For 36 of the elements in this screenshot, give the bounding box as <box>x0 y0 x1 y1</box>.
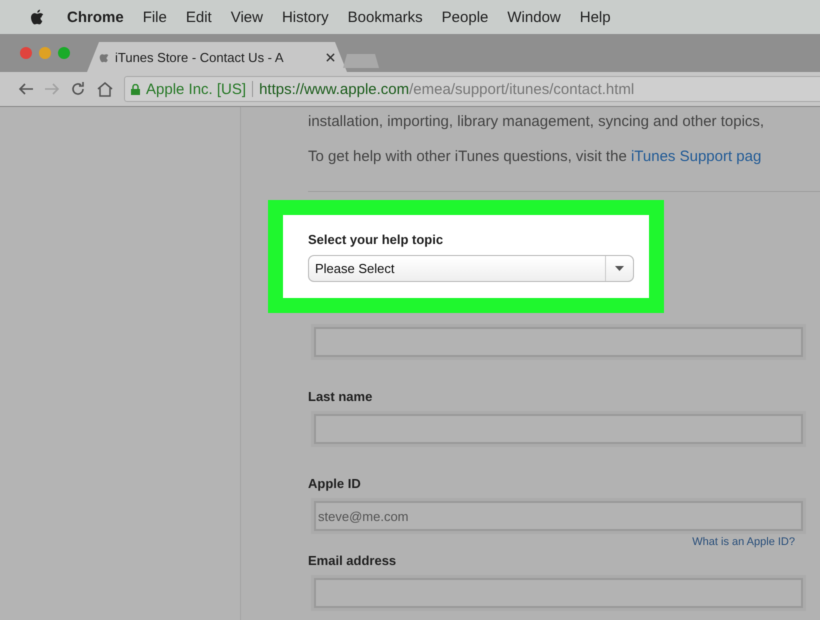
input-field[interactable] <box>314 414 803 444</box>
input-field[interactable] <box>314 327 803 357</box>
body-text: To get help with other iTunes questions, visit the iTunes Support pag <box>307 148 762 165</box>
field-label: Select your help topic <box>308 232 444 247</box>
lock-icon <box>131 84 140 94</box>
apple-logo-icon[interactable] <box>30 9 44 25</box>
topic-dropdown[interactable]: Please Select <box>308 255 634 282</box>
input-field[interactable] <box>314 578 803 608</box>
minimize-window-icon[interactable] <box>39 47 51 59</box>
menu-item[interactable]: History <box>282 8 329 26</box>
zoom-window-icon[interactable] <box>58 47 70 59</box>
browser-tab[interactable]: iTunes Store - Contact Us - A <box>87 42 347 72</box>
home-icon[interactable] <box>96 81 114 97</box>
apple-logo-icon <box>99 51 109 63</box>
field-label: Last name <box>308 389 374 404</box>
help-link[interactable]: What is an Apple ID? <box>692 536 795 548</box>
menu-item[interactable]: Edit <box>186 8 212 26</box>
field-label: Email address <box>308 553 398 568</box>
field-label: Apple ID <box>308 476 362 491</box>
menu-item[interactable]: Window <box>507 8 561 26</box>
menu-item[interactable]: People <box>442 8 488 26</box>
input-field[interactable]: steve@me.com <box>314 501 803 531</box>
body-text: installation, importing, library management, syncing and other topics, <box>307 113 766 130</box>
close-icon[interactable] <box>326 52 335 62</box>
new-tab-button[interactable] <box>343 54 379 68</box>
address-field[interactable]: Apple Inc. [US] https://www.apple.com/emea/support/itunes/contact.html <box>124 76 820 102</box>
menu-item[interactable]: Help <box>580 8 611 26</box>
menu-item[interactable]: File <box>142 8 167 26</box>
back-icon[interactable] <box>18 82 34 96</box>
menu-item[interactable]: View <box>230 8 263 26</box>
menu-item[interactable]: Chrome <box>67 8 124 26</box>
caret-icon <box>615 266 624 271</box>
forward-icon[interactable] <box>44 82 60 96</box>
reload-icon[interactable] <box>70 81 86 97</box>
close-window-icon[interactable] <box>20 47 32 59</box>
menu-item[interactable]: Bookmarks <box>348 8 423 26</box>
